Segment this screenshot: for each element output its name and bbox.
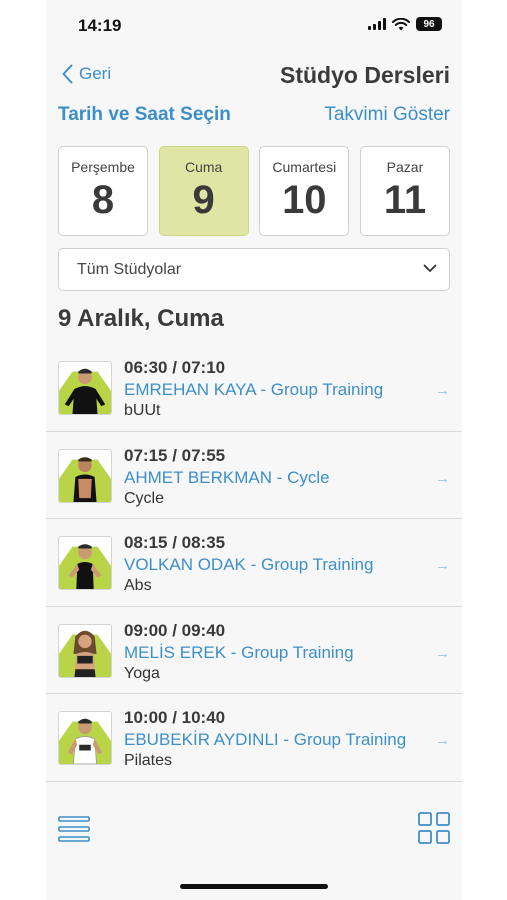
lesson-row[interactable]: 06:30 / 07:10 EMREHAN KAYA - Group Train… bbox=[46, 344, 462, 432]
trainer-avatar bbox=[58, 711, 112, 765]
lesson-title: AHMET BERKMAN - Cycle bbox=[124, 467, 330, 487]
lesson-time: 07:15 / 07:55 bbox=[124, 445, 226, 465]
hamburger-menu-icon[interactable] bbox=[58, 815, 90, 843]
day-card-friday[interactable]: Cuma 9 bbox=[158, 146, 249, 236]
back-button[interactable]: Geri bbox=[62, 64, 111, 84]
chevron-down-icon bbox=[423, 264, 437, 272]
lesson-type: Pilates bbox=[124, 752, 173, 769]
arrow-right-icon: → bbox=[435, 382, 450, 399]
day-name: Perşembe bbox=[71, 159, 135, 175]
navigation-bar: Geri Stüdyo Dersleri bbox=[46, 58, 462, 94]
studio-dropdown[interactable]: Tüm Stüdyolar bbox=[58, 248, 450, 291]
chevron-left-icon bbox=[62, 64, 73, 84]
day-selector: Perşembe 8 Cuma 9 Cumartesi 10 Pazar 11 bbox=[58, 146, 450, 236]
lesson-list: 06:30 / 07:10 EMREHAN KAYA - Group Train… bbox=[46, 344, 462, 782]
trainer-avatar bbox=[58, 623, 112, 678]
page-title: Stüdyo Dersleri bbox=[280, 62, 450, 88]
arrow-right-icon: → bbox=[435, 644, 450, 662]
back-label: Geri bbox=[79, 64, 112, 83]
day-number: 11 bbox=[383, 178, 427, 222]
studio-dropdown-value: Tüm Stüdyolar bbox=[77, 261, 182, 278]
status-icons: 96 bbox=[368, 17, 442, 31]
home-indicator bbox=[180, 884, 328, 889]
status-bar: 14:19 96 bbox=[46, 0, 462, 50]
arrow-right-icon: → bbox=[435, 469, 450, 487]
day-name: Cumartesi bbox=[272, 159, 337, 175]
day-card-sunday[interactable]: Pazar 11 bbox=[359, 146, 450, 236]
day-number: 10 bbox=[282, 178, 327, 222]
trainer-avatar bbox=[58, 536, 112, 590]
lesson-title: EBUBEKİR AYDINLI - Group Training bbox=[124, 730, 407, 749]
lesson-type: bUUt bbox=[124, 402, 161, 419]
day-name: Cuma bbox=[184, 159, 223, 175]
lesson-row[interactable]: 10:00 / 10:40 EBUBEKİR AYDINLI - Group T… bbox=[46, 694, 462, 782]
grid-view-icon[interactable] bbox=[418, 812, 450, 844]
lesson-time: 10:00 / 10:40 bbox=[124, 708, 226, 727]
battery-indicator: 96 bbox=[416, 17, 442, 31]
app-screen: 14:19 96 Geri Stüdyo Dersleri Tarih ve S… bbox=[46, 0, 462, 900]
arrow-right-icon: → bbox=[435, 732, 450, 749]
lesson-type: Abs bbox=[124, 577, 152, 594]
day-card-saturday[interactable]: Cumartesi 10 bbox=[259, 146, 350, 236]
day-name: Pazar bbox=[386, 159, 424, 175]
select-date-time-label: Tarih ve Saat Seçin bbox=[58, 104, 231, 125]
selected-date-heading: 9 Aralık, Cuma bbox=[58, 305, 224, 332]
lesson-title: MELİS EREK - Group Training bbox=[124, 642, 354, 662]
lesson-type: Cycle bbox=[124, 489, 165, 507]
wifi-icon bbox=[392, 17, 410, 30]
lesson-type: Yoga bbox=[124, 664, 160, 682]
day-number: 8 bbox=[91, 178, 115, 222]
day-card-thursday[interactable]: Perşembe 8 bbox=[58, 146, 148, 236]
trainer-avatar bbox=[58, 361, 112, 415]
lesson-title: VOLKAN ODAK - Group Training bbox=[124, 555, 374, 574]
day-number: 9 bbox=[192, 178, 215, 222]
status-time: 14:19 bbox=[78, 16, 122, 35]
lesson-time: 09:00 / 09:40 bbox=[124, 620, 226, 640]
show-calendar-link[interactable]: Takvimi Göster bbox=[324, 104, 450, 126]
cellular-signal-icon bbox=[368, 18, 386, 30]
date-time-header: Tarih ve Saat Seçin Takvimi Göster bbox=[58, 104, 450, 130]
lesson-title: EMREHAN KAYA - Group Training bbox=[124, 380, 384, 399]
trainer-avatar bbox=[58, 448, 112, 503]
lesson-time: 06:30 / 07:10 bbox=[124, 358, 226, 377]
lesson-row[interactable]: 09:00 / 09:40 MELİS EREK - Group Trainin… bbox=[46, 606, 462, 694]
lesson-row[interactable]: 08:15 / 08:35 VOLKAN ODAK - Group Traini… bbox=[46, 519, 462, 607]
lesson-row[interactable]: 07:15 / 07:55 AHMET BERKMAN - Cycle Cycl… bbox=[46, 431, 462, 519]
lesson-time: 08:15 / 08:35 bbox=[124, 533, 226, 552]
arrow-right-icon: → bbox=[435, 557, 450, 574]
